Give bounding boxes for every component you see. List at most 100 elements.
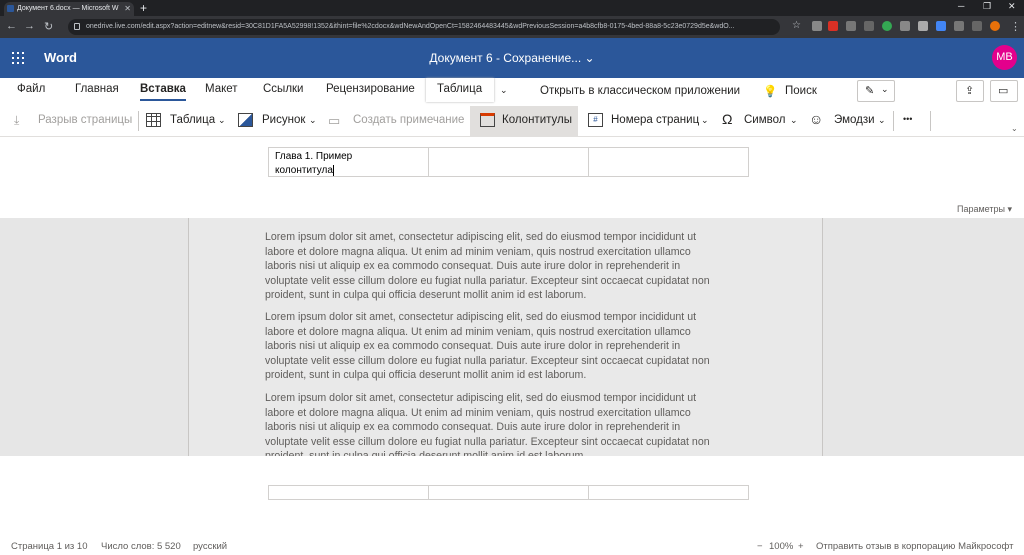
extension-8-icon[interactable] <box>936 21 946 31</box>
tab-table[interactable]: Таблица <box>437 83 482 95</box>
word-count[interactable]: Число слов: 5 520 <box>101 541 181 552</box>
text-cursor <box>332 164 334 176</box>
document-page[interactable]: Lorem ipsum dolor sit amet, consectetur … <box>188 218 823 456</box>
tab-home[interactable]: Главная <box>75 83 119 95</box>
para-line: voluptate velit esse cillum dolore eu fu… <box>265 274 710 287</box>
minimize-icon[interactable]: ─ <box>958 1 964 11</box>
chevron-down-icon[interactable]: ⌄ <box>309 115 317 126</box>
profile-icon[interactable] <box>990 21 1000 31</box>
more-tabs-chevron-icon[interactable]: ⌄ <box>500 85 508 96</box>
share-icon: ⇪ <box>965 85 975 97</box>
ribbon-tabs: Файл Главная Вставка Макет Ссылки Реценз… <box>0 78 1024 104</box>
page-break-button[interactable]: Разрыв страницы <box>38 114 132 126</box>
tab-file[interactable]: Файл <box>17 83 45 95</box>
open-in-desktop-button[interactable]: Открыть в классическом приложении <box>540 85 740 97</box>
para-line: Lorem ipsum dolor sit amet, consectetur … <box>265 392 697 404</box>
extension-3-icon[interactable] <box>846 21 856 31</box>
editing-mode-button[interactable]: ✎ ⌄ <box>857 80 895 102</box>
extension-10-icon[interactable] <box>972 21 982 31</box>
extension-7-icon[interactable] <box>918 21 928 31</box>
zoom-level[interactable]: 100% <box>769 541 793 552</box>
omega-icon: Ω <box>722 111 733 127</box>
more-options-button[interactable]: ••• <box>903 114 912 124</box>
word-favicon-icon <box>7 5 14 12</box>
footer-cell-3[interactable] <box>589 486 748 499</box>
ribbon-collapse-chevron-icon[interactable]: ⌄ <box>1011 124 1018 133</box>
header-footer-icon <box>480 113 495 127</box>
page-break-icon: ⤓ <box>14 113 20 127</box>
forward-icon[interactable]: → <box>24 20 35 32</box>
address-bar[interactable]: onedrive.live.com/edit.aspx?action=editn… <box>68 19 780 35</box>
header-text[interactable]: Глава 1. Пример колонтитула <box>275 150 425 178</box>
tab-layout[interactable]: Макет <box>205 83 238 95</box>
para-line: Lorem ipsum dolor sit amet, consectetur … <box>265 231 697 243</box>
header-table[interactable]: Глава 1. Пример колонтитула <box>268 147 749 177</box>
avatar[interactable]: MB <box>992 45 1017 70</box>
tab-review[interactable]: Рецензирование <box>326 83 415 95</box>
tab-references[interactable]: Ссылки <box>263 83 304 95</box>
chevron-down-icon[interactable]: ⌄ <box>790 115 798 126</box>
reload-icon[interactable]: ↻ <box>44 20 53 33</box>
divider <box>138 111 139 131</box>
search-button[interactable]: Поиск <box>785 85 817 97</box>
para-line: proident, sunt in culpa qui officia dese… <box>265 369 587 382</box>
browser-tab[interactable]: Документ 6.docx — Microsoft W ✕ <box>4 2 134 16</box>
new-comment-button[interactable]: Создать примечание <box>353 114 464 126</box>
extension-6-icon[interactable] <box>900 21 910 31</box>
para-line: labore et dolore magna aliqua. Ut enim a… <box>265 245 691 258</box>
footer-cell-1[interactable] <box>269 486 429 499</box>
extension-4-icon[interactable] <box>864 21 874 31</box>
paragraph-2[interactable]: Lorem ipsum dolor sit amet, consectetur … <box>265 310 745 383</box>
new-tab-icon[interactable]: + <box>140 1 147 15</box>
emoji-icon: ☺ <box>809 111 824 127</box>
zoom-out-button[interactable]: − <box>757 541 763 552</box>
ribbon-commands: ⤓ Разрыв страницы Таблица ⌄ Рисунок ⌄ ▭ … <box>0 106 1024 137</box>
header-options-label: Параметры <box>957 204 1005 214</box>
window-close-icon[interactable]: ✕ <box>1008 1 1016 12</box>
table-icon <box>146 113 161 127</box>
page-count: Страница 1 из 10 <box>11 541 88 552</box>
para-line: laboris nisi ut aliquip ex ea commodo co… <box>265 260 681 273</box>
header-cell-1[interactable]: Глава 1. Пример колонтитула <box>269 148 429 176</box>
extension-1-icon[interactable] <box>812 21 822 31</box>
extension-9-icon[interactable] <box>954 21 964 31</box>
back-icon[interactable]: ← <box>6 20 17 32</box>
paragraph-3[interactable]: Lorem ipsum dolor sit amet, consectetur … <box>265 391 745 456</box>
page-numbers-button[interactable]: Номера страниц <box>611 114 699 126</box>
close-tab-icon[interactable]: ✕ <box>124 4 131 13</box>
zoom-in-button[interactable]: + <box>798 541 804 552</box>
chevron-down-icon[interactable]: ⌄ <box>701 115 709 126</box>
browser-menu-icon[interactable]: ⋮ <box>1010 20 1021 33</box>
insert-picture-button[interactable]: Рисунок <box>262 114 305 126</box>
browser-toolbar: ← → ↻ onedrive.live.com/edit.aspx?action… <box>0 16 1024 38</box>
emoji-button[interactable]: Эмодзи <box>834 114 875 126</box>
chevron-down-icon: ⌄ <box>584 51 595 65</box>
divider <box>930 111 931 131</box>
headers-footers-button[interactable]: Колонтитулы <box>502 114 572 126</box>
para-line: laboris nisi ut aliquip ex ea commodo co… <box>265 421 681 434</box>
footer-table[interactable] <box>268 485 749 500</box>
symbol-button[interactable]: Символ <box>744 114 785 126</box>
paragraph-1[interactable]: Lorem ipsum dolor sit amet, consectetur … <box>265 230 745 303</box>
document-title[interactable]: Документ 6 - Сохранение... ⌄ <box>0 51 1024 65</box>
share-button[interactable]: ⇪ <box>956 80 984 102</box>
bookmark-star-icon[interactable]: ☆ <box>792 20 801 31</box>
chevron-down-icon[interactable]: ⌄ <box>218 115 226 126</box>
para-line: labore et dolore magna aliqua. Ut enim a… <box>265 406 691 419</box>
tab-insert[interactable]: Вставка <box>140 83 186 101</box>
extension-5-icon[interactable] <box>882 21 892 31</box>
lock-icon <box>74 23 80 30</box>
insert-table-button[interactable]: Таблица <box>170 114 215 126</box>
comments-button[interactable]: ▭ <box>990 80 1018 102</box>
header-options-button[interactable]: Параметры ▾ <box>957 204 1012 215</box>
header-cell-3[interactable] <box>589 148 748 176</box>
maximize-icon[interactable]: ❐ <box>983 1 991 12</box>
chevron-down-icon[interactable]: ⌄ <box>878 115 886 126</box>
extension-2-icon[interactable] <box>828 21 838 31</box>
header-cell-2[interactable] <box>429 148 589 176</box>
footer-cell-2[interactable] <box>429 486 589 499</box>
para-line: Lorem ipsum dolor sit amet, consectetur … <box>265 311 697 323</box>
browser-tab-title: Документ 6.docx — Microsoft W <box>17 5 119 12</box>
language[interactable]: русский <box>193 541 227 552</box>
feedback-link[interactable]: Отправить отзыв в корпорацию Майкрософт <box>816 541 1014 552</box>
